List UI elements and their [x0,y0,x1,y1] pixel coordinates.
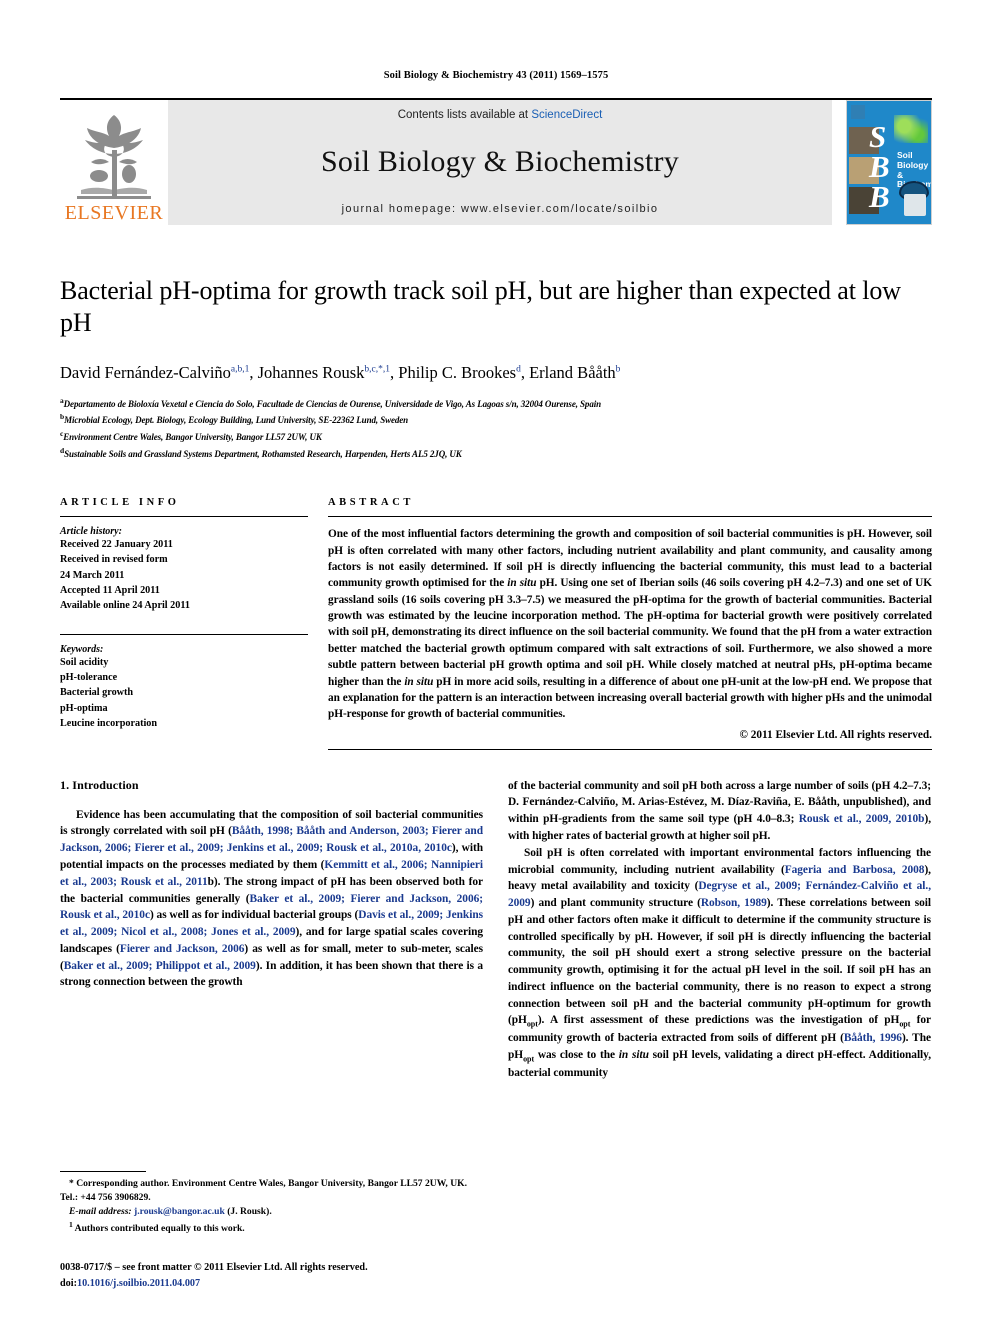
doi-label: doi: [60,1277,77,1289]
abstract-column: ABSTRACT One of the most influential fac… [328,497,932,750]
history-revised-label: Received in revised form [60,554,168,566]
cover-title-line1: Soil Biology & [897,150,929,180]
affiliation-text-a: Departamento de Bioloxía Vexetal e Cienc… [63,398,602,409]
affiliation-text-c: Environment Centre Wales, Bangor Univers… [63,432,322,443]
sciencedirect-link[interactable]: ScienceDirect [531,109,602,121]
history-online: Available online 24 April 2011 [60,600,190,612]
journal-band: Contents lists available at ScienceDirec… [168,100,832,225]
article-info-rule [60,516,308,518]
cover-letter-s: S [869,119,887,154]
keywords-label: Keywords: [60,643,104,655]
page-title: Bacterial pH-optima for growth track soi… [60,276,901,337]
page-footer: 0038-0717/$ – see front matter © 2011 El… [60,1260,368,1291]
footnote-rule [60,1170,146,1172]
keyword-5: Leucine incorporation [60,717,158,729]
article-info-column: ARTICLE INFO Article history: Received 2… [60,497,308,750]
footnote-equal-contribution: 1 Authors contributed equally to this wo… [69,1219,245,1234]
elsevier-wordmark: ELSEVIER [64,202,164,224]
body-column-right: of the bacterial community and soil pH b… [508,778,931,1236]
elsevier-tree-icon [77,115,151,199]
affiliation-text-b: Microbial Ecology, Dept. Biology, Ecolog… [64,415,409,426]
affiliation-a: aDepartamento de Bioloxía Vexetal e Cien… [60,395,932,412]
footnote-corresponding-author: * Corresponding author. Environment Cent… [60,1177,468,1203]
affiliation-list: aDepartamento de Bioloxía Vexetal e Cien… [60,395,932,461]
abstract-text: One of the most influential factors dete… [328,528,932,721]
front-matter-line: 0038-0717/$ – see front matter © 2011 El… [60,1262,368,1274]
journal-homepage-link[interactable]: journal homepage: www.elsevier.com/locat… [342,203,659,215]
cover-letter-b1: B [869,149,890,184]
info-abstract-region: ARTICLE INFO Article history: Received 2… [60,497,932,750]
affiliation-b: bMicrobial Ecology, Dept. Biology, Ecolo… [60,411,932,428]
keywords-rule [60,633,308,635]
abstract-heading: ABSTRACT [328,497,414,509]
journal-masthead: ELSEVIER Contents lists available at Sci… [60,100,932,225]
article-page: Soil Biology & Biochemistry 43 (2011) 15… [0,0,992,1323]
intro-paragraph-3: Soil pH is often correlated with importa… [508,846,931,1080]
keyword-1: Soil acidity [60,656,109,668]
article-info-heading: ARTICLE INFO [60,497,180,509]
affiliation-text-d: Sustainable Soils and Grassland Systems … [64,448,462,459]
footnote-email[interactable]: E-mail address: j.rousk@bangor.ac.uk (J.… [60,1205,483,1219]
article-history-label: Article history: [60,526,122,538]
journal-cover-thumbnail[interactable]: S B B Soil Biology & Biochemistry [846,100,932,225]
elsevier-logo[interactable]: ELSEVIER [60,100,168,225]
body-columns: 1. Introduction Evidence has been accumu… [60,778,932,1236]
abstract-bottom-rule [328,748,932,750]
running-head: Soil Biology & Biochemistry 43 (2011) 15… [383,70,609,81]
intro-paragraph-1: Evidence has been accumulating that the … [60,808,483,989]
journal-title: Soil Biology & Biochemistry [321,145,679,178]
abstract-rule [328,516,932,518]
cover-microscopy-image [894,115,928,143]
cover-publisher-mark [851,105,865,119]
abstract-copyright: © 2011 Elsevier Ltd. All rights reserved… [739,728,932,741]
affiliation-c: cEnvironment Centre Wales, Bangor Univer… [60,428,932,445]
keyword-2: pH-tolerance [60,671,118,683]
contents-line: Contents lists available at ScienceDirec… [398,109,603,121]
affiliation-d: dSustainable Soils and Grassland Systems… [60,445,932,462]
author-list: David Fernández-Calviñoa,b,1, Johannes R… [60,363,621,383]
history-received: Received 22 January 2011 [60,539,173,551]
history-accepted: Accepted 11 April 2011 [60,585,160,597]
contents-prefix: Contents lists available at [397,109,532,121]
intro-paragraph-2: of the bacterial community and soil pH b… [508,779,931,842]
body-column-left: 1. Introduction Evidence has been accumu… [60,778,483,1236]
footnote-block: * Corresponding author. Environment Cent… [60,1170,483,1236]
keyword-3: Bacterial growth [60,687,134,699]
section-heading-introduction: 1. Introduction [60,777,139,792]
cover-society-badge [904,194,926,216]
keyword-4: pH-optima [60,702,108,714]
history-revised-date: 24 March 2011 [60,569,125,581]
doi-link[interactable]: 10.1016/j.soilbio.2011.04.007 [77,1278,200,1289]
doi-line: doi:10.1016/j.soilbio.2011.04.007 [60,1276,368,1291]
cover-letter-b2: B [869,179,890,214]
